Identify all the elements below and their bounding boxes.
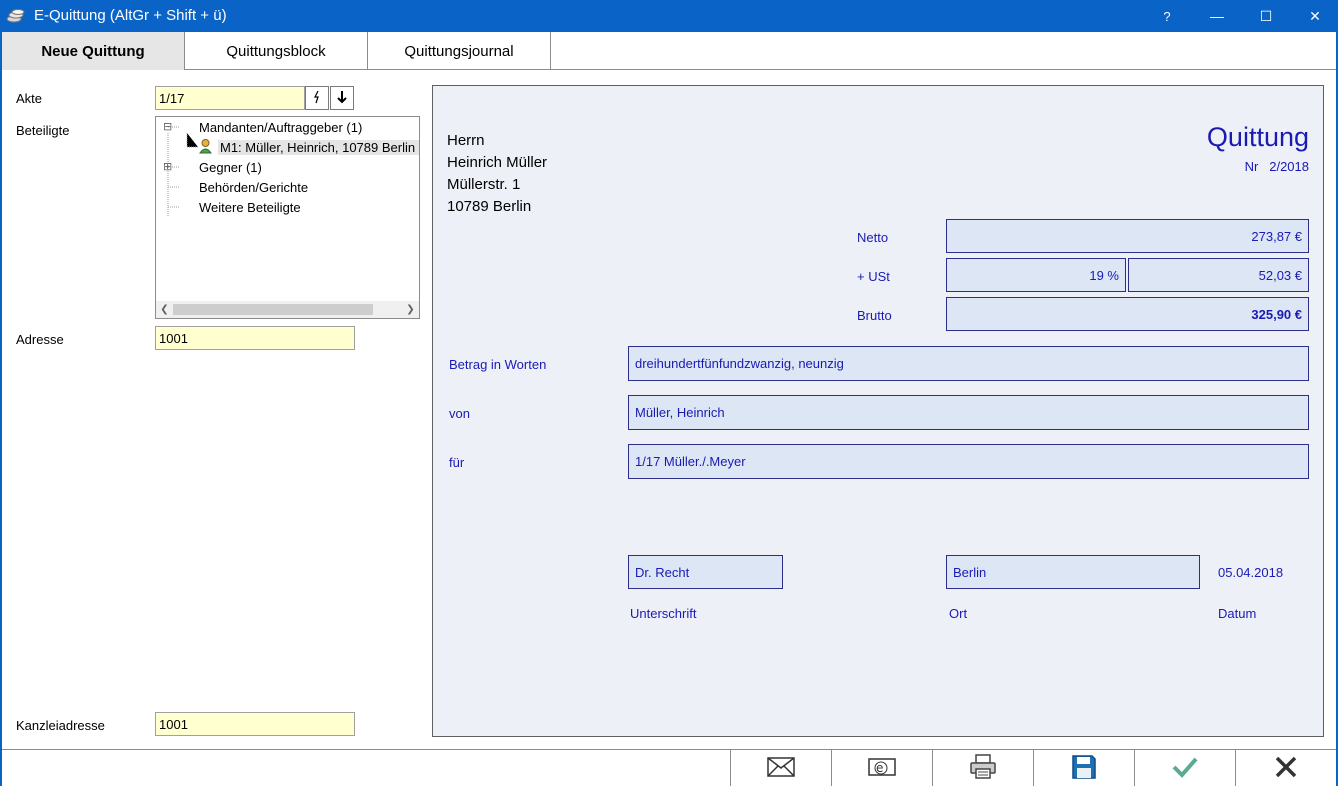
tab-neue-quittung[interactable]: Neue Quittung — [2, 32, 185, 70]
tree-node-m1-mueller[interactable]: M1: Müller, Heinrich, 10789 Berlin ( — [218, 140, 419, 155]
collapse-icon[interactable]: ⊟ — [163, 120, 172, 133]
print-icon — [969, 754, 997, 783]
unterschrift-field[interactable]: Dr. Recht — [628, 555, 783, 589]
scrollbar-thumb[interactable] — [173, 304, 373, 315]
beteiligte-tree[interactable]: ⊟ Mandanten/Auftraggeber (1) M1: Müller,… — [155, 116, 420, 319]
save-icon — [1071, 754, 1097, 783]
akte-lookup-button[interactable] — [305, 86, 329, 110]
scroll-right-icon[interactable]: ❯ — [402, 301, 419, 318]
datum-label: Datum — [1218, 606, 1257, 621]
flash-icon — [312, 90, 322, 107]
beteiligte-label: Beteiligte — [16, 123, 70, 138]
checkmark-icon — [1171, 755, 1199, 782]
betrag-in-worten-label: Betrag in Worten — [449, 357, 547, 372]
kanzleiadresse-input[interactable]: 1001 — [155, 712, 355, 736]
tab-quittungsblock[interactable]: Quittungsblock — [185, 32, 368, 70]
tree-node-weitere[interactable]: Weitere Beteiligte — [199, 200, 301, 215]
ort-label: Ort — [949, 606, 968, 621]
confirm-button[interactable] — [1134, 750, 1235, 786]
coins-icon — [6, 7, 26, 25]
betrag-in-worten-field[interactable]: dreihundertfünfundzwanzig, neunzig — [628, 346, 1309, 381]
maximize-button[interactable]: ☐ — [1243, 0, 1289, 32]
window-title: E-Quittung (AltGr + Shift + ü) — [34, 7, 227, 24]
recipient-address: Herrn Heinrich Müller Müllerstr. 1 10789… — [447, 130, 547, 218]
kanzleiadresse-label: Kanzleiadresse — [16, 718, 105, 733]
tree-node-behoerden[interactable]: Behörden/Gerichte — [199, 180, 308, 195]
fuer-label: für — [449, 455, 465, 470]
address-line: 10789 Berlin — [447, 198, 532, 215]
minimize-button[interactable]: — — [1194, 0, 1240, 32]
close-icon — [1274, 755, 1298, 782]
send-mail-button[interactable] — [730, 750, 831, 786]
address-line: Heinrich Müller — [447, 154, 548, 171]
email-icon: e — [868, 756, 896, 781]
brutto-field[interactable]: 325,90 € — [946, 297, 1309, 331]
action-bar: e — [2, 749, 1336, 786]
von-label: von — [449, 406, 470, 421]
ort-field[interactable]: Berlin — [946, 555, 1200, 589]
brutto-label: Brutto — [857, 308, 892, 323]
tree-node-mandanten[interactable]: Mandanten/Auftraggeber (1) — [199, 120, 362, 135]
ust-percent-field[interactable]: 19 % — [946, 258, 1126, 292]
cancel-button[interactable] — [1235, 750, 1336, 786]
ust-label: + USt — [857, 269, 890, 284]
close-window-button[interactable]: ✕ — [1292, 0, 1338, 32]
expand-icon[interactable]: ⊞ — [163, 160, 172, 173]
tree-node-gegner[interactable]: Gegner (1) — [199, 160, 262, 175]
nr-value: 2/2018 — [1269, 159, 1309, 174]
akte-label: Akte — [16, 91, 43, 106]
netto-label: Netto — [857, 230, 889, 245]
help-button[interactable]: ? — [1144, 0, 1190, 32]
adresse-input[interactable]: 1001 — [155, 326, 355, 350]
von-field[interactable]: Müller, Heinrich — [628, 395, 1309, 430]
receipt-title: Quittung — [1206, 122, 1309, 152]
fuer-field[interactable]: 1/17 Müller./.Meyer — [628, 444, 1309, 479]
scroll-left-icon[interactable]: ❮ — [156, 301, 173, 318]
netto-field[interactable]: 273,87 € — [946, 219, 1309, 253]
address-line: Herrn — [447, 132, 485, 149]
receipt-preview: Herrn Heinrich Müller Müllerstr. 1 10789… — [432, 85, 1324, 737]
mail-icon — [767, 757, 795, 780]
arrow-down-icon — [336, 90, 348, 107]
unterschrift-label: Unterschrift — [630, 606, 697, 621]
tab-quittungsjournal[interactable]: Quittungsjournal — [368, 32, 551, 70]
person-icon — [199, 138, 212, 157]
ust-amount-field[interactable]: 52,03 € — [1128, 258, 1309, 292]
akte-dropdown-button[interactable] — [330, 86, 354, 110]
datum-value[interactable]: 05.04.2018 — [1218, 565, 1283, 580]
save-button[interactable] — [1033, 750, 1134, 786]
address-line: Müllerstr. 1 — [447, 176, 521, 193]
send-email-button[interactable]: e — [831, 750, 932, 786]
print-button[interactable] — [932, 750, 1033, 786]
receipt-number: Nr 2/2018 — [1245, 159, 1309, 174]
tab-bar: Neue Quittung Quittungsblock Quittungsjo… — [2, 32, 1336, 70]
adresse-label: Adresse — [16, 332, 64, 347]
tree-horizontal-scrollbar[interactable]: ❮ ❯ — [156, 301, 419, 318]
akte-input[interactable]: 1/17 — [155, 86, 305, 110]
window-frame-left — [0, 32, 2, 786]
nr-label: Nr — [1244, 159, 1259, 174]
title-bar: E-Quittung (AltGr + Shift + ü) ? — ☐ ✕ — [0, 0, 1338, 32]
